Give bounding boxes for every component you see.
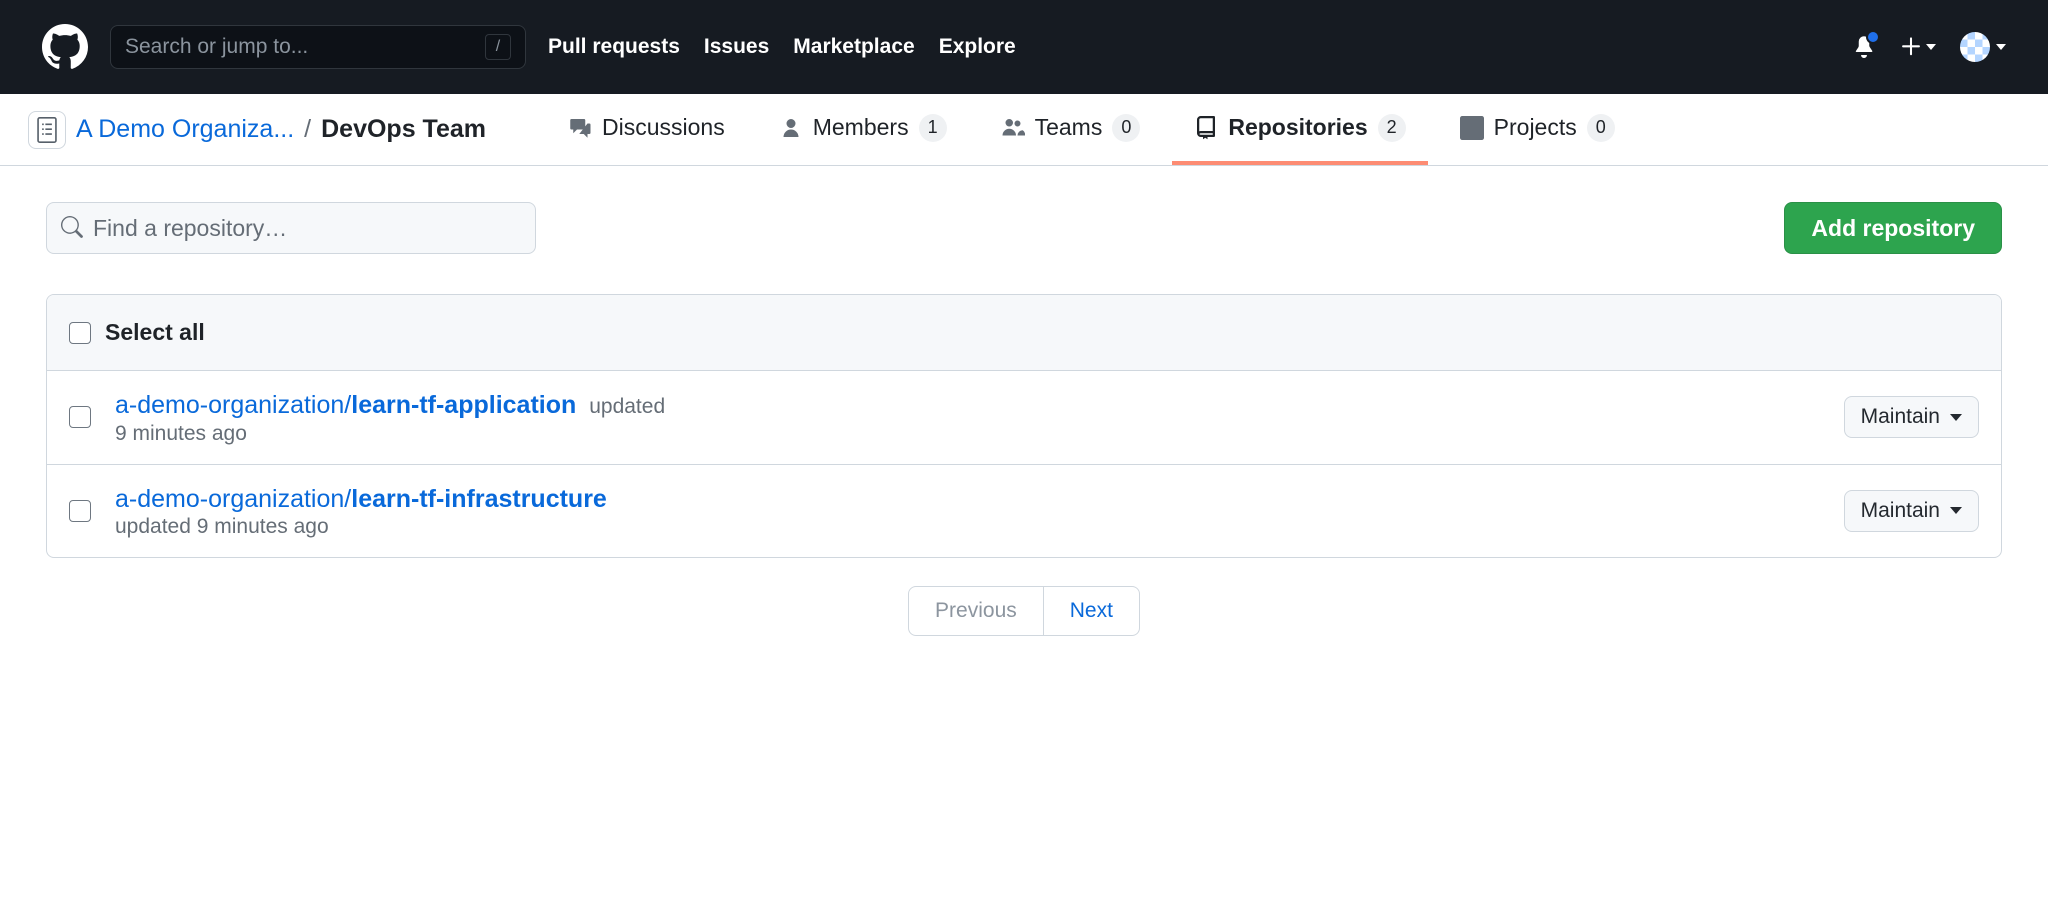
global-search-placeholder: Search or jump to...	[125, 35, 308, 59]
breadcrumb: A Demo Organiza... / DevOps Team	[28, 94, 506, 165]
people-icon	[1001, 116, 1025, 140]
caret-down-icon	[1996, 44, 2006, 50]
tab-repositories[interactable]: Repositories 2	[1172, 94, 1427, 165]
nav-pull-requests[interactable]: Pull requests	[548, 35, 680, 59]
breadcrumb-team-name: DevOps Team	[321, 115, 486, 144]
caret-down-icon	[1950, 414, 1962, 421]
nav-issues[interactable]: Issues	[704, 35, 769, 59]
tab-teams-label: Teams	[1035, 114, 1103, 141]
repo-checkbox[interactable]	[69, 406, 91, 428]
add-repository-button[interactable]: Add repository	[1784, 202, 2002, 254]
repo-search-input[interactable]	[93, 215, 521, 242]
global-nav: Pull requests Issues Marketplace Explore	[548, 35, 1016, 59]
tab-discussions[interactable]: Discussions	[546, 94, 747, 165]
person-icon	[779, 116, 803, 140]
repo-icon	[1194, 116, 1218, 140]
nav-marketplace[interactable]: Marketplace	[793, 35, 914, 59]
breadcrumb-org-link[interactable]: A Demo Organiza...	[76, 115, 294, 144]
breadcrumb-separator: /	[304, 115, 311, 144]
repo-row: a-demo-organization/learn-tf-application…	[47, 371, 2001, 465]
tab-discussions-label: Discussions	[602, 114, 725, 141]
project-icon	[1460, 116, 1484, 140]
repo-permission-button[interactable]: Maintain	[1844, 490, 1979, 532]
repo-meta-below: 9 minutes ago	[115, 422, 1820, 446]
notifications-button[interactable]	[1852, 34, 1876, 61]
repo-permission-label: Maintain	[1861, 405, 1940, 429]
repo-permission-button[interactable]: Maintain	[1844, 396, 1979, 438]
user-menu[interactable]	[1960, 32, 2006, 62]
search-icon	[61, 216, 83, 241]
tab-repositories-count: 2	[1378, 114, 1406, 142]
pagination: Previous Next	[46, 586, 2002, 636]
repo-permission-label: Maintain	[1861, 499, 1940, 523]
repo-link[interactable]: a-demo-organization/learn-tf-infrastruct…	[115, 485, 607, 513]
repo-link[interactable]: a-demo-organization/learn-tf-application	[115, 391, 583, 419]
tab-projects[interactable]: Projects 0	[1438, 94, 1637, 165]
tab-members-count: 1	[919, 114, 947, 142]
comment-discussion-icon	[568, 116, 592, 140]
global-search[interactable]: Search or jump to... /	[110, 25, 526, 69]
repo-list-box: Select all a-demo-organization/learn-tf-…	[46, 294, 2002, 558]
tab-teams-count: 0	[1112, 114, 1140, 142]
notification-dot-icon	[1866, 30, 1880, 44]
select-all-row: Select all	[47, 295, 2001, 371]
github-logo[interactable]	[42, 24, 88, 70]
tab-projects-label: Projects	[1494, 114, 1577, 141]
repo-info: a-demo-organization/learn-tf-infrastruct…	[115, 483, 1820, 540]
checklist-icon	[34, 117, 60, 143]
mark-github-icon	[42, 24, 88, 70]
pagination-previous[interactable]: Previous	[908, 586, 1044, 636]
repo-meta-below: updated 9 minutes ago	[115, 515, 1820, 539]
repo-meta-inline: updated	[589, 395, 665, 418]
tab-teams[interactable]: Teams 0	[979, 94, 1163, 165]
repo-name: learn-tf-application	[351, 391, 576, 419]
tab-repositories-label: Repositories	[1228, 114, 1367, 141]
repo-search[interactable]	[46, 202, 536, 254]
global-header: Search or jump to... / Pull requests Iss…	[0, 0, 2048, 94]
repo-top-controls: Add repository	[46, 202, 2002, 254]
user-avatar-icon	[1960, 32, 1990, 62]
content-area: Add repository Select all a-demo-organiz…	[0, 166, 2048, 672]
select-all-label: Select all	[105, 319, 205, 346]
repo-title: a-demo-organization/learn-tf-infrastruct…	[115, 483, 1820, 516]
repo-checkbox[interactable]	[69, 500, 91, 522]
pagination-next[interactable]: Next	[1044, 586, 1140, 636]
create-new-menu[interactable]	[1900, 36, 1936, 58]
repo-info: a-demo-organization/learn-tf-application…	[115, 389, 1820, 446]
repo-row: a-demo-organization/learn-tf-infrastruct…	[47, 465, 2001, 558]
team-subheader: A Demo Organiza... / DevOps Team Discuss…	[0, 94, 2048, 166]
team-tabs: Discussions Members 1 Teams 0 Repositori…	[546, 94, 1637, 165]
select-all-checkbox[interactable]	[69, 322, 91, 344]
header-right	[1852, 32, 2006, 62]
tab-projects-count: 0	[1587, 114, 1615, 142]
caret-down-icon	[1926, 44, 1936, 50]
repo-org: a-demo-organization	[115, 391, 344, 419]
nav-explore[interactable]: Explore	[939, 35, 1016, 59]
tab-members-label: Members	[813, 114, 909, 141]
plus-icon	[1900, 36, 1922, 58]
repo-name: learn-tf-infrastructure	[351, 485, 607, 513]
repo-org: a-demo-organization	[115, 485, 344, 513]
search-shortcut-key: /	[485, 34, 511, 60]
org-avatar[interactable]	[28, 111, 66, 149]
caret-down-icon	[1950, 507, 1962, 514]
repo-title: a-demo-organization/learn-tf-application…	[115, 389, 1820, 422]
tab-members[interactable]: Members 1	[757, 94, 969, 165]
